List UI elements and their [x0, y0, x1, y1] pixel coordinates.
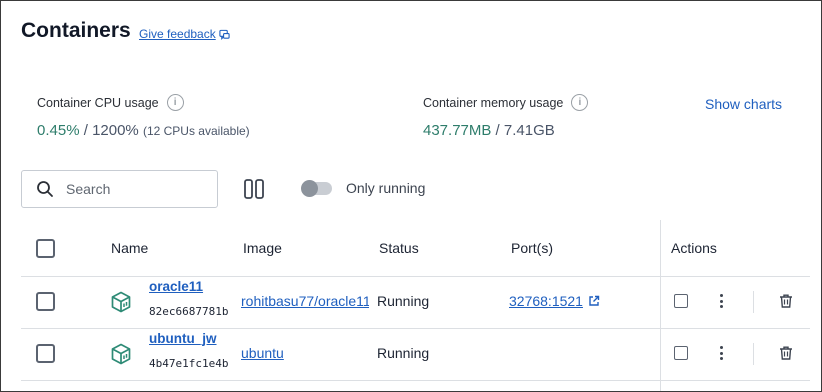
- column-header-status[interactable]: Status: [379, 240, 419, 256]
- start-stop-button[interactable]: [674, 294, 688, 308]
- give-feedback-link[interactable]: Give feedback: [139, 27, 230, 41]
- container-icon: [111, 291, 131, 313]
- toggle-knob: [301, 180, 318, 197]
- container-id: 82ec6687781b: [149, 305, 229, 318]
- row-checkbox[interactable]: [36, 292, 55, 311]
- column-header-name[interactable]: Name: [111, 240, 148, 256]
- memory-usage-label: Container memory usage i: [423, 94, 589, 111]
- give-feedback-label: Give feedback: [139, 27, 216, 41]
- only-running-toggle[interactable]: [301, 180, 332, 197]
- port-link[interactable]: 32768:1521: [509, 293, 600, 309]
- row-checkbox[interactable]: [36, 344, 55, 363]
- status-text: Running: [377, 345, 430, 361]
- action-divider: [753, 343, 754, 365]
- container-name-link[interactable]: ubuntu_jw: [149, 331, 217, 346]
- column-header-image[interactable]: Image: [243, 240, 282, 256]
- show-charts-button[interactable]: Show charts: [705, 96, 782, 112]
- info-icon[interactable]: i: [571, 94, 589, 111]
- select-all-checkbox[interactable]: [36, 239, 55, 258]
- row-divider: [21, 380, 810, 381]
- columns-icon[interactable]: [243, 178, 265, 200]
- status-text: Running: [377, 293, 430, 309]
- image-link[interactable]: rohitbasu77/oracle11g: [241, 293, 369, 309]
- row-divider: [21, 328, 810, 329]
- image-link[interactable]: ubuntu: [241, 345, 369, 361]
- page-title: Containers: [21, 19, 131, 42]
- search-icon: [37, 181, 53, 197]
- header-divider: [21, 276, 810, 277]
- only-running-label: Only running: [346, 180, 426, 196]
- external-link-icon: [589, 295, 600, 306]
- container-name-link[interactable]: oracle11: [149, 279, 203, 294]
- container-icon: [111, 343, 131, 365]
- trash-icon[interactable]: [778, 293, 794, 309]
- more-vertical-icon[interactable]: [716, 345, 726, 361]
- port-link-label: 32768:1521: [509, 293, 583, 309]
- actions-divider: [660, 220, 661, 391]
- column-header-ports[interactable]: Port(s): [511, 240, 553, 256]
- containers-view: Containers Give feedback Container CPU u…: [0, 0, 822, 392]
- action-divider: [753, 291, 754, 313]
- trash-icon[interactable]: [778, 345, 794, 361]
- search-box[interactable]: [21, 170, 218, 208]
- memory-usage-value: 437.77MB / 7.41GB: [423, 122, 555, 139]
- start-stop-button[interactable]: [674, 346, 688, 360]
- cpu-usage-label: Container CPU usage i: [37, 94, 184, 111]
- cpu-usage-value: 0.45% / 1200% (12 CPUs available): [37, 122, 250, 139]
- more-vertical-icon[interactable]: [716, 293, 726, 309]
- column-header-actions: Actions: [671, 240, 717, 256]
- feedback-icon: [219, 29, 230, 40]
- info-icon[interactable]: i: [166, 94, 184, 111]
- search-input[interactable]: [66, 181, 196, 197]
- container-id: 4b47e1fc1e4b: [149, 357, 229, 370]
